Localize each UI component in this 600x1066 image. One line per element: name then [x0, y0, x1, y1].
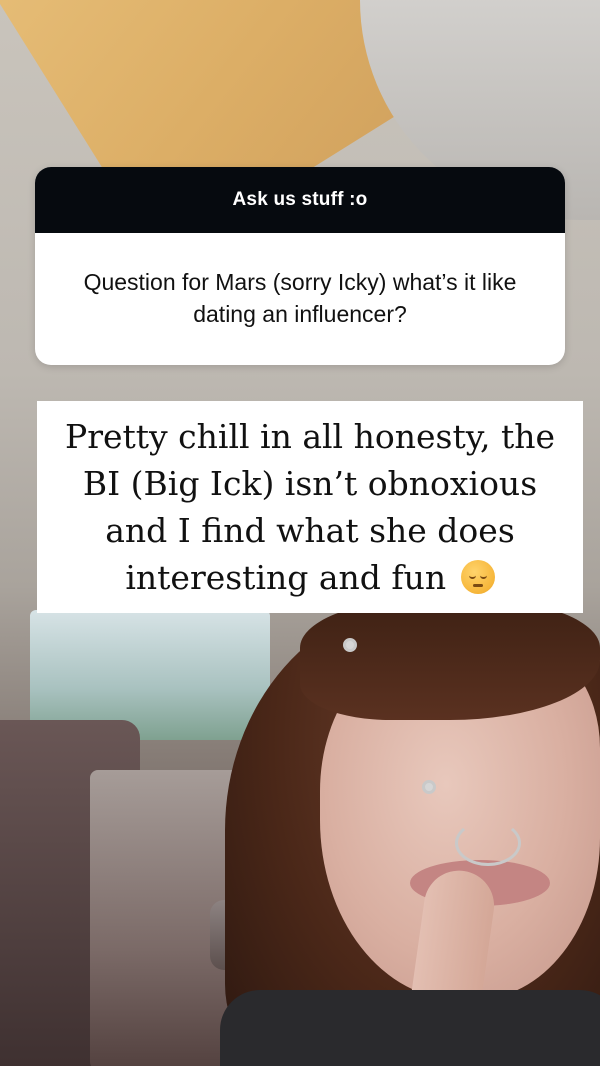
- question-sticker-header: Ask us stuff :o: [35, 167, 565, 233]
- person-shirt: [220, 990, 600, 1066]
- question-text: Question for Mars (sorry Icky) what’s it…: [83, 269, 517, 327]
- question-sticker[interactable]: Ask us stuff :o Question for Mars (sorry…: [35, 167, 565, 365]
- answer-text-box: Pretty chill in all honesty, the BI (Big…: [37, 401, 583, 613]
- nose-stud: [422, 780, 436, 794]
- pensive-face-icon: [460, 560, 495, 594]
- eyebrow-piercing: [343, 638, 357, 652]
- person-bangs: [300, 600, 600, 720]
- nose-ring: [455, 820, 521, 866]
- answer-paragraph: Pretty chill in all honesty, the BI (Big…: [47, 413, 573, 601]
